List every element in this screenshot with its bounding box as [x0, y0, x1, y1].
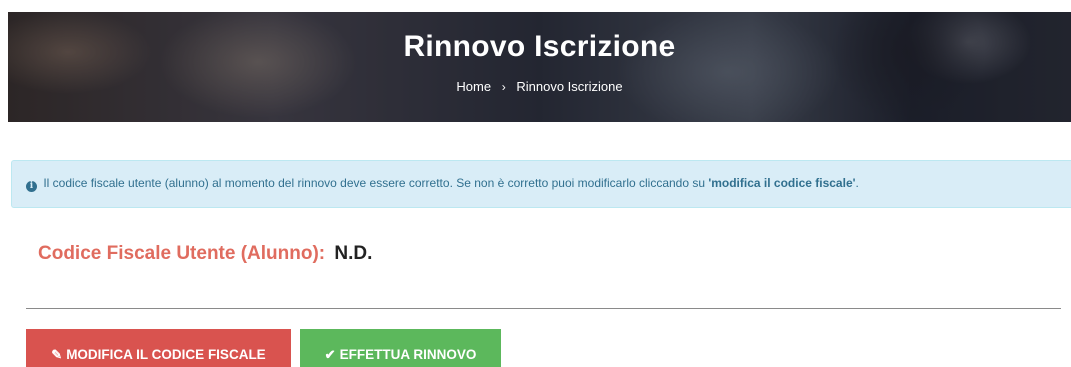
page-header-banner: Rinnovo Iscrizione Home › Rinnovo Iscriz…: [8, 12, 1071, 122]
info-circle-icon: i: [26, 181, 37, 192]
breadcrumb-home-link[interactable]: Home: [456, 79, 491, 94]
alert-text: Il codice fiscale utente (alunno) al mom…: [43, 176, 709, 190]
page-title: Rinnovo Iscrizione: [403, 30, 676, 63]
alert-emphasis: 'modifica il codice fiscale': [708, 176, 856, 190]
effettua-rinnovo-button[interactable]: ✔ EFFETTUA RINNOVO: [300, 329, 501, 367]
breadcrumb: Home › Rinnovo Iscrizione: [8, 79, 1071, 94]
codice-fiscale-row: Codice Fiscale Utente (Alunno): N.D.: [38, 243, 372, 265]
alert-suffix: .: [855, 176, 859, 190]
modify-codice-fiscale-button[interactable]: ✎ MODIFICA IL CODICE FISCALE: [26, 329, 291, 367]
chevron-right-icon: ›: [501, 80, 506, 94]
check-icon: ✔: [324, 346, 336, 362]
renew-button-label: EFFETTUA RINNOVO: [339, 346, 477, 362]
divider: [26, 308, 1061, 309]
breadcrumb-current: Rinnovo Iscrizione: [516, 79, 623, 94]
info-alert: i Il codice fiscale utente (alunno) al m…: [11, 160, 1071, 208]
codice-fiscale-value: N.D.: [334, 243, 373, 264]
modify-button-label: MODIFICA IL CODICE FISCALE: [66, 346, 266, 362]
codice-fiscale-label: Codice Fiscale Utente (Alunno):: [38, 243, 326, 264]
edit-icon: ✎: [51, 346, 63, 362]
